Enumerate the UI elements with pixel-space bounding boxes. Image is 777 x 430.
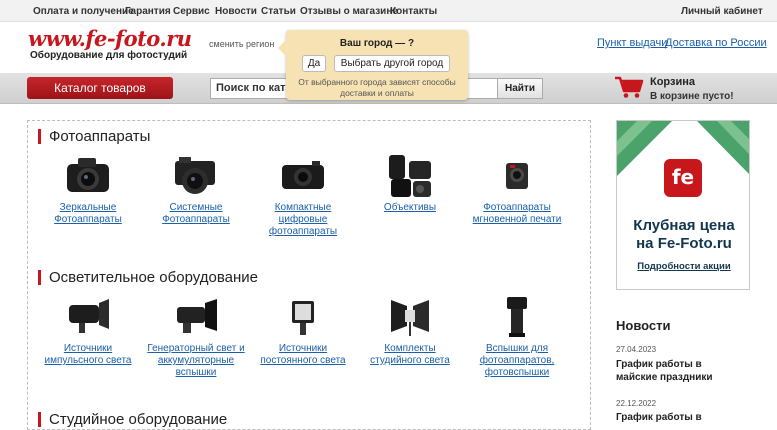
- top-navigation: Оплата и получение Гарантия Сервис Новос…: [0, 0, 777, 22]
- instant-camera-icon: [506, 163, 528, 189]
- news-date: 27.04.2023: [616, 345, 657, 354]
- banner-headline-1: Клубная цена: [633, 217, 735, 234]
- product-label[interactable]: Источники импульсного света: [38, 343, 138, 367]
- product-label[interactable]: Генераторный свет и аккумуляторные вспыш…: [146, 343, 246, 379]
- city-popup-note: От выбранного города зависят способы дос…: [298, 77, 456, 98]
- cart-icon[interactable]: [614, 75, 644, 99]
- product-category[interactable]: Источники постоянного света: [253, 294, 353, 367]
- product-category[interactable]: Системные Фотоаппараты: [146, 153, 246, 226]
- led-panel-icon: [292, 301, 314, 335]
- monolight-icon: [69, 299, 109, 333]
- nav-contacts[interactable]: Контакты: [390, 6, 437, 17]
- product-category[interactable]: Объективы: [360, 153, 460, 214]
- delivery-russia-link[interactable]: Доставка по России: [665, 37, 767, 49]
- nav-warranty[interactable]: Гарантия: [125, 6, 171, 17]
- news-title: Новости: [616, 318, 671, 333]
- product-label[interactable]: Источники постоянного света: [253, 343, 353, 367]
- mirrorless-camera-icon: [175, 157, 215, 194]
- product-label[interactable]: Фотоаппараты мгновенной печати: [467, 202, 567, 226]
- site-tagline: Оборудование для фотостудий: [30, 50, 188, 61]
- product-category[interactable]: Генераторный свет и аккумуляторные вспыш…: [146, 294, 246, 379]
- change-region-link[interactable]: сменить регион: [209, 39, 274, 49]
- cart-title[interactable]: Корзина: [650, 76, 695, 88]
- banner-details-link[interactable]: Подробности акции: [617, 261, 749, 272]
- site-logo[interactable]: www.fe-foto.ru: [28, 26, 192, 51]
- section-title-studio[interactable]: Студийное оборудование: [38, 412, 227, 427]
- news-date: 22.12.2022: [616, 399, 657, 408]
- product-category[interactable]: Зеркальные Фотоаппараты: [38, 153, 138, 226]
- confirm-city-button[interactable]: Да: [302, 55, 326, 72]
- product-label[interactable]: Вспышки для фотоаппаратов, фотовспышки: [467, 343, 567, 379]
- speedlight-icon: [507, 297, 527, 337]
- fe-badge-icon: fe: [664, 159, 702, 197]
- lenses-icon: [389, 155, 431, 197]
- choose-other-city-button[interactable]: Выбрать другой город: [334, 55, 450, 72]
- section-title-lighting[interactable]: Осветительное оборудование: [38, 270, 258, 285]
- dslr-camera-icon: [67, 158, 109, 192]
- banner-headline-2: на Fe-Foto.ru: [636, 235, 732, 252]
- product-category[interactable]: Компактные цифровые фотоаппараты: [253, 153, 353, 238]
- product-category[interactable]: Вспышки для фотоаппаратов, фотовспышки: [467, 294, 567, 379]
- product-label[interactable]: Системные Фотоаппараты: [146, 202, 246, 226]
- cart-status: В корзине пусто!: [650, 91, 734, 102]
- club-price-banner[interactable]: fe Клубная цена на Fe-Foto.ru Подробност…: [616, 120, 750, 290]
- softbox-kit-icon: [391, 300, 429, 336]
- section-title-cameras[interactable]: Фотоаппараты: [38, 129, 150, 144]
- nav-news[interactable]: Новости: [215, 6, 257, 17]
- battery-flash-icon: [177, 299, 217, 333]
- product-category[interactable]: Комплекты студийного света: [360, 294, 460, 367]
- product-category[interactable]: Источники импульсного света: [38, 294, 138, 367]
- city-confirm-popup: Ваш город — ? Да Выбрать другой город От…: [278, 30, 468, 100]
- catalog-button[interactable]: Каталог товаров: [27, 77, 173, 99]
- product-label[interactable]: Компактные цифровые фотоаппараты: [253, 202, 353, 238]
- personal-account-link[interactable]: Личный кабинет: [681, 6, 763, 17]
- product-label[interactable]: Комплекты студийного света: [360, 343, 460, 367]
- product-label[interactable]: Зеркальные Фотоаппараты: [38, 202, 138, 226]
- pickup-point-link[interactable]: Пункт выдачи: [597, 37, 667, 49]
- nav-articles[interactable]: Статьи: [261, 6, 296, 17]
- product-category[interactable]: Фотоаппараты мгновенной печати: [467, 153, 567, 226]
- compact-camera-icon: [282, 161, 324, 189]
- news-item-link[interactable]: График работы в: [616, 411, 736, 424]
- news-item-link[interactable]: График работы в майские праздники: [616, 358, 736, 384]
- nav-service[interactable]: Сервис: [173, 6, 210, 17]
- nav-reviews[interactable]: Отзывы о магазине: [300, 6, 398, 17]
- search-button[interactable]: Найти: [497, 78, 543, 99]
- city-question: Ваш город — ?: [339, 38, 415, 49]
- nav-payment-delivery[interactable]: Оплата и получение: [33, 6, 134, 17]
- product-label[interactable]: Объективы: [360, 202, 460, 214]
